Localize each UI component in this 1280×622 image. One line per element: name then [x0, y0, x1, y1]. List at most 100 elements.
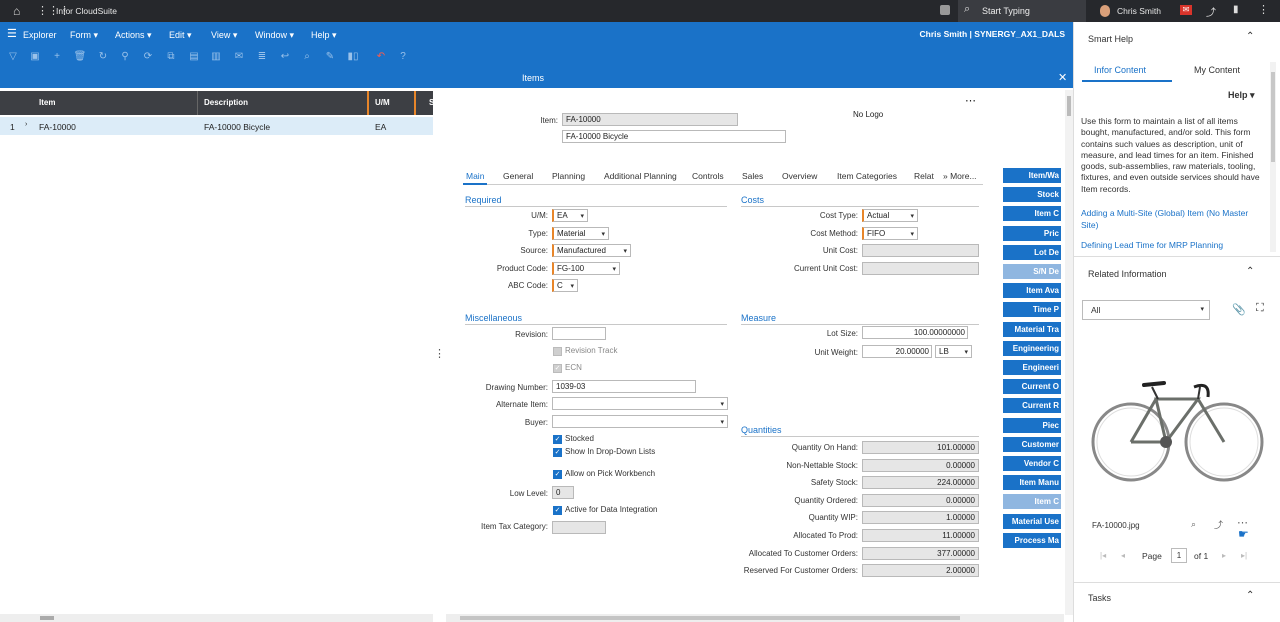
form-scrollbar[interactable] [1065, 90, 1073, 615]
related-form-button[interactable]: Material Tra [1003, 321, 1061, 337]
allow-pick-checkbox[interactable]: ✓ [553, 470, 562, 479]
open-external-icon[interactable]: ⤴ [1214, 518, 1223, 531]
quantity-value[interactable]: 1.00000 [862, 511, 979, 525]
tax-category-field[interactable] [552, 521, 606, 534]
tab-more[interactable]: » More... [943, 170, 977, 182]
related-form-button[interactable]: Customer [1003, 436, 1061, 452]
record-icon[interactable] [940, 5, 950, 15]
tools-icon[interactable]: ✎ [323, 50, 337, 64]
current-unit-cost-field[interactable] [862, 262, 979, 275]
revision-field[interactable] [552, 327, 606, 340]
cell-description[interactable]: FA-10000 Bicycle [204, 122, 270, 132]
search-box[interactable]: ⌕ Start Typing [958, 0, 1086, 22]
filter-icon[interactable]: ▽ [6, 50, 20, 64]
document-icon[interactable]: ▤ [187, 50, 201, 64]
show-dropdown-checkbox[interactable]: ✓ [553, 448, 562, 457]
table-row[interactable]: 1 › FA-10000 FA-10000 Bicycle EA [0, 117, 433, 135]
related-form-button[interactable]: Material Use [1003, 513, 1061, 529]
related-form-button[interactable]: Time P [1003, 302, 1061, 318]
column-header-description[interactable]: Description [204, 91, 248, 115]
unit-weight-um-select[interactable]: LB ▾ [935, 345, 972, 358]
related-form-button[interactable]: Item Manu [1003, 475, 1061, 491]
menu-help[interactable]: Help ▾ [311, 29, 337, 41]
tab-sales[interactable]: Sales [742, 170, 763, 182]
menu-kebab-icon[interactable]: ⋮ [1258, 3, 1269, 16]
column-header-item[interactable]: Item [39, 91, 55, 115]
um-select[interactable]: EA ▾ [552, 209, 588, 222]
related-form-button[interactable]: Vendor C [1003, 456, 1061, 471]
list-icon[interactable]: ≣ [255, 50, 269, 64]
abc-code-select[interactable]: C ▾ [552, 279, 578, 292]
quantity-value[interactable]: 377.00000 [862, 546, 979, 560]
clear-filter-icon[interactable]: ⟳ [141, 50, 155, 64]
menu-view[interactable]: View ▾ [211, 29, 237, 41]
buyer-select[interactable]: ▾ [552, 415, 728, 428]
back-icon[interactable]: ↩ [278, 50, 292, 64]
splitter-handle-icon[interactable]: ⋮ [434, 347, 445, 360]
last-page-icon[interactable]: ▸| [1241, 551, 1247, 560]
help-dropdown[interactable]: Help ▾ [1228, 90, 1255, 101]
row-expand-icon[interactable]: › [25, 121, 27, 128]
close-icon[interactable]: ✕ [1058, 71, 1067, 84]
item-image[interactable] [1086, 337, 1266, 517]
home-icon[interactable]: ⌂ [13, 4, 20, 18]
menu-actions[interactable]: Actions ▾ [115, 29, 152, 41]
add-icon[interactable]: + [50, 50, 64, 64]
stocked-checkbox[interactable]: ✓ [553, 435, 562, 444]
preview-icon[interactable]: ⌕ [1191, 519, 1196, 530]
notes-icon[interactable]: ▥ [209, 50, 223, 64]
menu-edit[interactable]: Edit ▾ [169, 29, 192, 41]
help-link-multi-site[interactable]: Adding a Multi-Site (Global) Item (No Ma… [1081, 208, 1261, 231]
horizontal-scrollbar[interactable] [446, 614, 1064, 622]
menu-window[interactable]: Window ▾ [255, 29, 294, 41]
more-options-icon[interactable]: ⋯ [965, 94, 976, 107]
quantity-value[interactable]: 2.00000 [862, 564, 979, 578]
cost-type-select[interactable]: Actual ▾ [862, 209, 918, 222]
tab-overview[interactable]: Overview [782, 170, 817, 182]
drawing-number-field[interactable]: 1039-03 [552, 380, 696, 393]
menu-explorer[interactable]: Explorer [23, 29, 57, 41]
related-filter-select[interactable]: All ▾ [1082, 300, 1210, 320]
chart-icon[interactable]: ▮▯ [346, 50, 360, 64]
alternate-item-select[interactable]: ▾ [552, 397, 728, 410]
next-page-icon[interactable]: ▸ [1222, 551, 1226, 560]
tab-main[interactable]: Main [466, 170, 484, 182]
column-header-um[interactable]: U/M [375, 91, 390, 115]
related-form-button[interactable]: Engineeri [1003, 360, 1061, 375]
page-number-field[interactable]: 1 [1171, 548, 1187, 563]
quantity-value[interactable]: 101.00000 [862, 441, 979, 454]
menu-form[interactable]: Form ▾ [70, 29, 98, 41]
mail-icon[interactable]: ✉ [1180, 5, 1192, 15]
copy-icon[interactable]: ⧉ [164, 50, 178, 64]
unit-weight-field[interactable]: 20.00000 [862, 345, 932, 358]
related-form-button[interactable]: Item Ava [1003, 283, 1061, 299]
help-link-lead-time[interactable]: Defining Lead Time for MRP Planning [1081, 240, 1223, 250]
related-form-button[interactable]: Item/Wa [1003, 168, 1061, 183]
expand-icon[interactable]: ⛶ [1256, 302, 1264, 315]
related-form-button[interactable]: Pric [1003, 225, 1061, 241]
collapse-smart-help-icon[interactable]: ⌃ [1246, 31, 1254, 42]
related-form-button[interactable]: Current R [1003, 398, 1061, 414]
tab-my-content[interactable]: My Content [1194, 65, 1240, 75]
tab-related[interactable]: Relat [914, 170, 934, 182]
low-level-field[interactable]: 0 [552, 486, 574, 499]
save-icon[interactable]: ▣ [28, 50, 42, 64]
related-form-button[interactable]: Item C [1003, 494, 1061, 510]
delete-icon[interactable]: 🗑 [73, 50, 87, 64]
attachment-icon[interactable]: 📎 [1232, 303, 1246, 316]
undo-icon[interactable]: ↶ [374, 50, 388, 64]
related-form-button[interactable]: S/N De [1003, 264, 1061, 279]
prev-page-icon[interactable]: ◂ [1121, 551, 1125, 560]
cell-item[interactable]: FA-10000 [39, 122, 76, 132]
collapse-related-icon[interactable]: ⌃ [1246, 266, 1254, 277]
quantity-value[interactable]: 0.00000 [862, 493, 979, 507]
quantity-value[interactable]: 224.00000 [862, 476, 979, 490]
related-form-button[interactable]: Lot De [1003, 244, 1061, 260]
related-form-button[interactable]: Process Ma [1003, 532, 1061, 548]
unit-cost-field[interactable] [862, 244, 979, 257]
cell-um[interactable]: EA [375, 122, 386, 132]
type-select[interactable]: Material ▾ [552, 227, 609, 240]
related-form-button[interactable]: Piec [1003, 417, 1061, 433]
quantity-value[interactable]: 0.00000 [862, 458, 979, 472]
filter-in-place-icon[interactable]: ⚲ [118, 50, 132, 64]
